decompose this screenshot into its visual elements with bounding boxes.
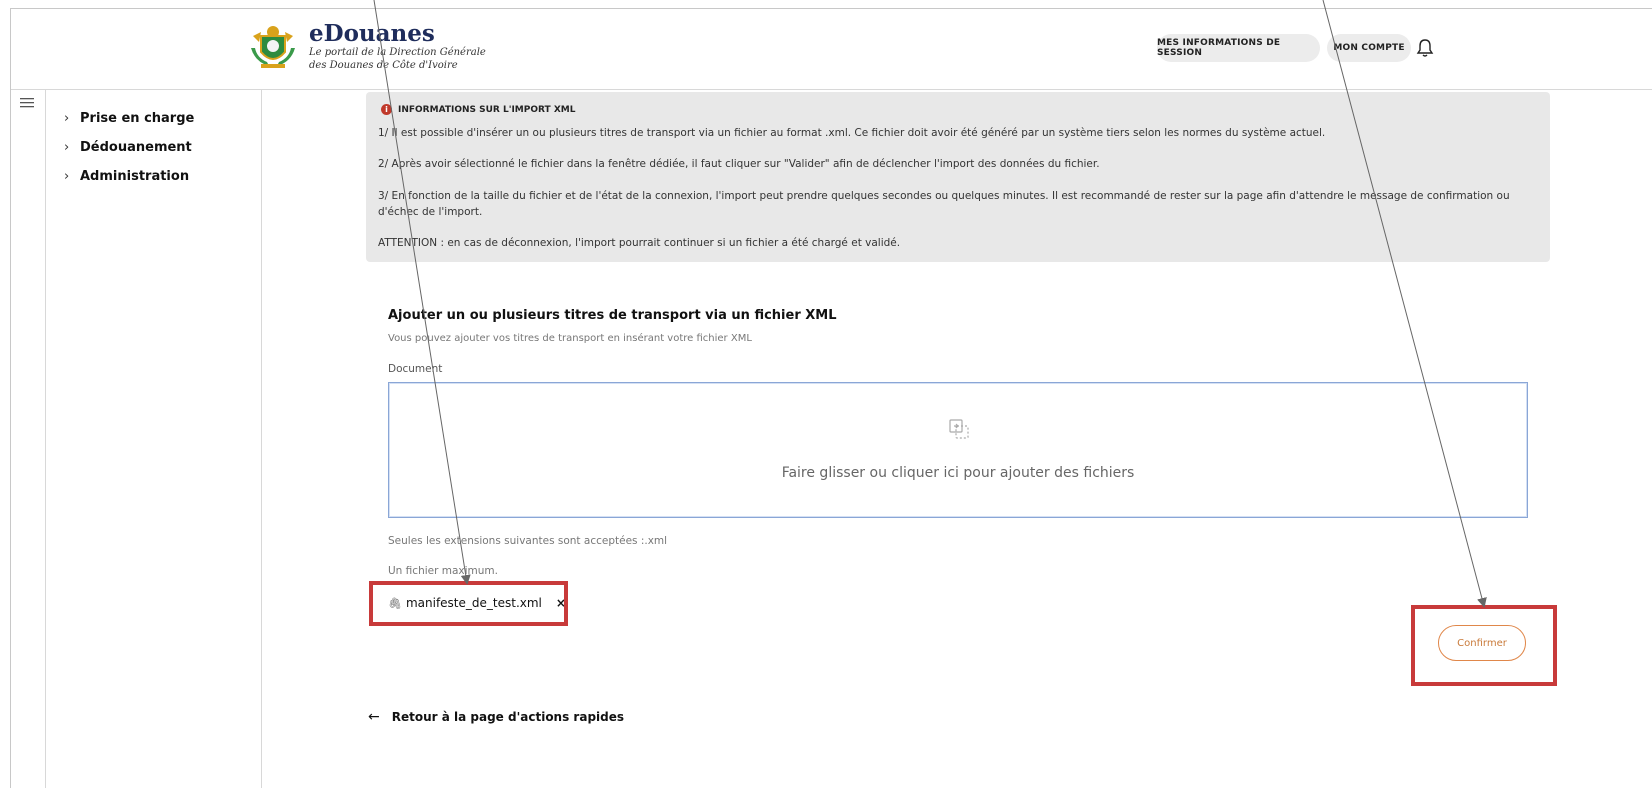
brand-subtitle: Le portail de la Direction Générale des … — [309, 46, 489, 72]
file-dropzone[interactable]: Faire glisser ou cliquer ici pour ajoute… — [388, 382, 1528, 518]
highlight-box-file — [369, 581, 568, 626]
chevron-right-icon: › — [64, 110, 70, 126]
highlight-box-confirm — [1411, 605, 1557, 686]
info-paragraph-2: 2/ Après avoir sélectionné le fichier da… — [378, 158, 1100, 170]
sidebar-item-prise-en-charge[interactable]: › Prise en charge — [64, 107, 194, 129]
sidebar-item-dedouanement[interactable]: › Dédouanement — [64, 136, 192, 158]
sidebar-item-label: Administration — [80, 168, 190, 184]
session-info-button[interactable]: MES INFORMATIONS DE SESSION — [1157, 34, 1320, 62]
coat-of-arms-logo — [251, 26, 295, 68]
info-panel: i INFORMATIONS SUR L'IMPORT XML 1/ Il es… — [366, 92, 1550, 262]
upload-subtitle: Vous pouvez ajouter vos titres de transp… — [388, 333, 752, 344]
brand-title: eDouanes — [309, 20, 435, 47]
info-title-text: INFORMATIONS SUR L'IMPORT XML — [398, 104, 576, 115]
chevron-right-icon: › — [64, 139, 70, 155]
hamburger-icon[interactable] — [18, 96, 38, 110]
info-paragraph-3: 3/ En fonction de la taille du fichier e… — [378, 190, 1510, 218]
document-label: Document — [388, 363, 443, 375]
sidebar-item-label: Prise en charge — [80, 110, 195, 126]
chevron-right-icon: › — [64, 168, 70, 184]
info-paragraph-1: 1/ Il est possible d'insérer un ou plusi… — [378, 127, 1326, 139]
back-link-label: Retour à la page d'actions rapides — [391, 710, 625, 724]
info-icon: i — [381, 104, 392, 115]
info-paragraph-4: ATTENTION : en cas de déconnexion, l'imp… — [378, 237, 901, 249]
sidebar: › Prise en charge › Dédouanement › Admin… — [46, 89, 262, 788]
dropzone-text: Faire glisser ou cliquer ici pour ajoute… — [781, 465, 1135, 481]
extensions-note: Seules les extensions suivantes sont acc… — [388, 535, 668, 547]
info-title: i INFORMATIONS SUR L'IMPORT XML — [381, 104, 575, 115]
sidebar-item-administration[interactable]: › Administration — [64, 165, 189, 187]
arrow-left-icon: ← — [368, 709, 380, 725]
upload-title: Ajouter un ou plusieurs titres de transp… — [388, 308, 837, 323]
bell-icon[interactable] — [1415, 38, 1435, 58]
brand-subtitle-line1: Le portail de la Direction Générale — [309, 47, 486, 58]
sidebar-item-label: Dédouanement — [80, 139, 192, 155]
max-files-note: Un fichier maximum. — [388, 565, 498, 577]
back-to-quick-actions-link[interactable]: ← Retour à la page d'actions rapides — [368, 709, 624, 725]
file-upload-icon — [949, 419, 969, 439]
account-button[interactable]: MON COMPTE — [1327, 34, 1411, 62]
brand-subtitle-line2: des Douanes de Côte d'Ivoire — [309, 60, 458, 71]
